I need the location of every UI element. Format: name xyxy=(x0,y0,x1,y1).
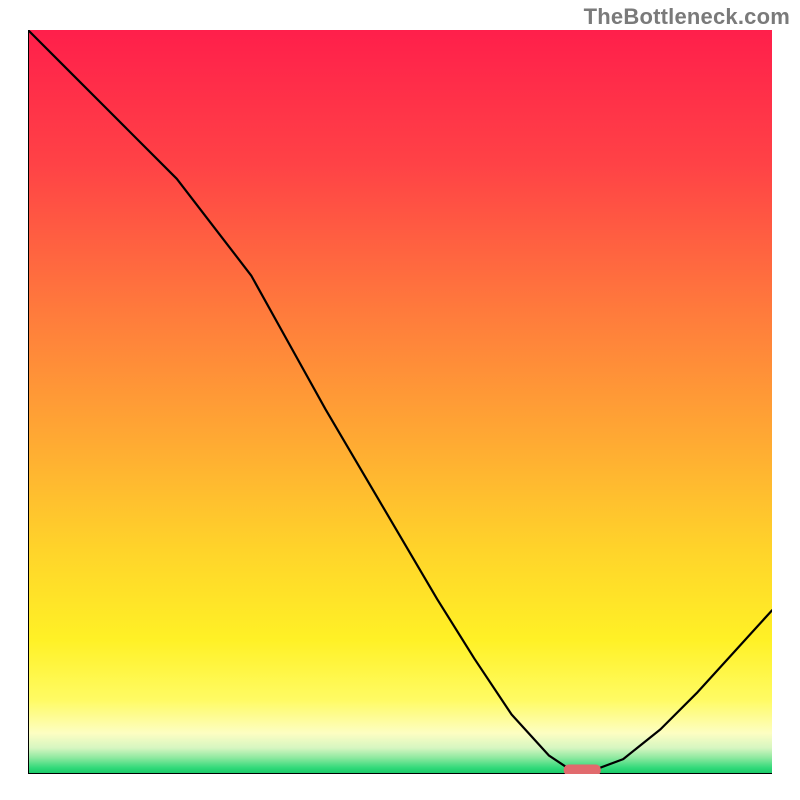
optimum-marker xyxy=(564,765,601,774)
bottleneck-chart xyxy=(28,30,772,774)
watermark-text: TheBottleneck.com xyxy=(584,4,790,30)
